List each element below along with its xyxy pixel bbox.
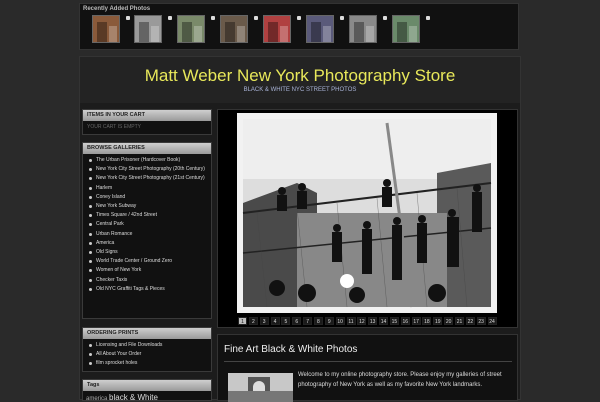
gallery-link[interactable]: America [87,240,207,246]
page-19-button[interactable]: 19 [433,317,443,325]
ordering-link[interactable]: All About Your Order [87,351,207,357]
gallery-link[interactable]: Urban Romance [87,231,207,237]
gallery-link[interactable]: Old NYC Graffiti Tags & Pieces [87,286,207,292]
featured-photo[interactable] [237,113,497,313]
recent-thumb-5[interactable] [263,15,291,43]
recent-thumb-2[interactable] [134,15,162,43]
fine-art-section: Fine Art Black & White Photos Welcome to… [217,334,518,402]
page-4-button[interactable]: 4 [270,317,280,325]
cart-empty-text: YOUR CART IS EMPTY [87,124,141,130]
recently-added-title: Recently Added Photos [83,6,151,12]
cart-heading: ITEMS IN YOUR CART [83,110,211,121]
fine-art-text: Welcome to my online photography store. … [298,372,502,388]
page-15-button[interactable]: 15 [389,317,399,325]
thumb-separator [297,16,301,20]
gallery-link[interactable]: World Trade Center / Ground Zero [87,258,207,264]
ordering-link[interactable]: Licensing and File Downloads [87,342,207,348]
page-22-button[interactable]: 22 [465,317,475,325]
page-12-button[interactable]: 12 [357,317,367,325]
site-subtitle: BLACK & WHITE NYC STREET PHOTOS [243,87,357,93]
thumb-separator [254,16,258,20]
recent-thumb-4[interactable] [220,15,248,43]
recent-thumb-3[interactable] [177,15,205,43]
gallery-link[interactable]: Harlem [87,185,207,191]
thumb-separator [383,16,387,20]
tags-heading: Tags [83,380,211,391]
page-1-button[interactable]: 1 [238,317,247,325]
ordering-prints-box: ORDERING PRINTS Licensing and File Downl… [82,327,212,372]
fine-art-thumbnail[interactable] [228,373,293,402]
page-9-button[interactable]: 9 [324,317,334,325]
page-17-button[interactable]: 17 [411,317,421,325]
thumb-separator [426,16,430,20]
site-header: Matt Weber New York Photography Store BL… [80,57,520,103]
page-24-button[interactable]: 24 [487,317,497,325]
gallery-link[interactable]: New York City Street Photography (21st C… [87,175,207,181]
recent-thumb-6[interactable] [306,15,334,43]
gallery-link[interactable]: New York Subway [87,203,207,209]
page-6-button[interactable]: 6 [292,317,302,325]
ordering-link[interactable]: film sprocket holes [87,360,207,366]
recently-added-strip: Recently Added Photos [79,3,519,50]
thumb-separator [126,16,130,20]
tag-america[interactable]: america [86,396,107,402]
recent-thumb-7[interactable] [349,15,377,43]
page-18-button[interactable]: 18 [422,317,432,325]
page-5-button[interactable]: 5 [281,317,291,325]
tag-cloud: america black & White [86,393,158,402]
gallery-link[interactable]: Times Square / 42nd Street [87,212,207,218]
page-7-button[interactable]: 7 [303,317,313,325]
page-21-button[interactable]: 21 [455,317,464,325]
gallery-link[interactable]: Checker Taxis [87,277,207,283]
tag-black-white[interactable]: black & White [109,393,158,402]
thumb-separator [340,16,344,20]
tags-box: Tags america black & White [82,379,212,402]
gallery-list: The Urban Prisoner (Hardcover Book) New Y… [83,154,211,298]
ordering-heading: ORDERING PRINTS [83,328,211,339]
cart-box: ITEMS IN YOUR CART YOUR CART IS EMPTY [82,109,212,135]
main-container: Matt Weber New York Photography Store BL… [79,56,521,402]
thumb-separator [211,16,215,20]
divider [224,361,512,362]
browse-heading: BROWSE GALLERIES [83,143,211,154]
page-10-button[interactable]: 10 [335,317,345,325]
gallery-link[interactable]: The Urban Prisoner (Hardcover Book) [87,157,207,163]
page-8-button[interactable]: 8 [313,317,323,325]
page-2-button[interactable]: 2 [248,317,258,325]
recent-thumb-8[interactable] [392,15,420,43]
gallery-link[interactable]: Old Signs [87,249,207,255]
gallery-link[interactable]: Women of New York [87,267,207,273]
browse-galleries-box: BROWSE GALLERIES The Urban Prisoner (Har… [82,142,212,319]
page-16-button[interactable]: 16 [400,317,410,325]
site-title[interactable]: Matt Weber New York Photography Store [80,66,520,86]
page-11-button[interactable]: 11 [346,317,356,325]
gallery-link[interactable]: Coney Island [87,194,207,200]
recent-thumb-1[interactable] [92,15,120,43]
gallery-link[interactable]: New York City Street Photography (20th C… [87,166,207,172]
page-23-button[interactable]: 23 [476,317,486,325]
ordering-list: Licensing and File Downloads All About Yo… [83,339,211,373]
gallery-link[interactable]: Central Park [87,221,207,227]
fine-art-heading[interactable]: Fine Art Black & White Photos [224,344,357,355]
featured-gallery: 1 2 3 4 5 6 7 8 9 10 11 12 13 14 15 16 17 18 19 20 21 22 23 24 [217,109,518,328]
page-3-button[interactable]: 3 [259,317,269,325]
thumb-separator [168,16,172,20]
page-20-button[interactable]: 20 [444,317,454,325]
page-14-button[interactable]: 14 [379,317,389,325]
page-13-button[interactable]: 13 [368,317,378,325]
